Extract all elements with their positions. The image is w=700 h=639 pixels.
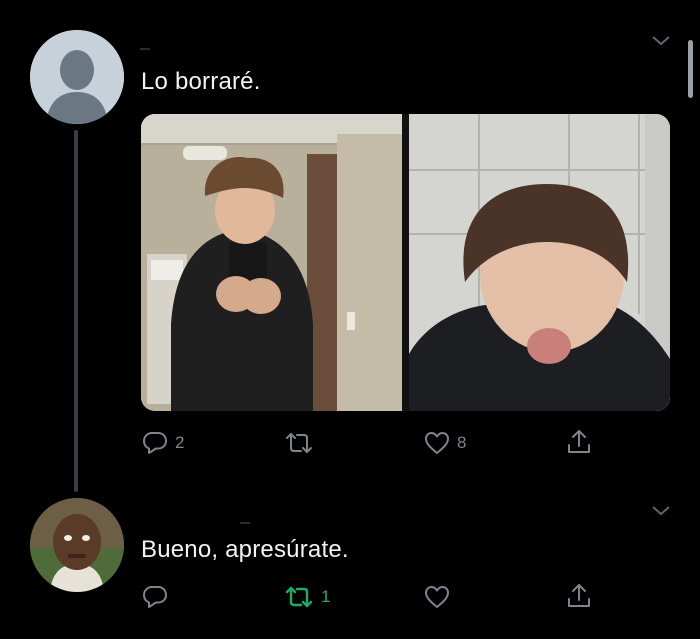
heart-icon — [425, 586, 449, 608]
share-button[interactable] — [566, 428, 592, 456]
retweet-icon — [285, 586, 313, 608]
chevron-down-icon — [652, 36, 670, 46]
tweet-menu-button[interactable] — [650, 504, 672, 523]
tweet-media[interactable] — [141, 114, 670, 411]
tweet-menu-button[interactable] — [650, 34, 672, 53]
reply-button[interactable] — [141, 584, 175, 610]
avatar-default[interactable] — [30, 30, 124, 124]
thread-line — [74, 130, 78, 492]
heart-icon — [425, 432, 449, 454]
reply-count: 2 — [175, 433, 185, 452]
like-button[interactable]: 8 — [423, 430, 466, 456]
faint-header-mark — [140, 48, 150, 50]
retweet-button-active[interactable]: 1 — [283, 584, 330, 610]
reply-icon — [143, 586, 167, 608]
avatar-user[interactable] — [30, 498, 124, 592]
share-icon — [568, 584, 590, 607]
faint-header-mark — [240, 522, 250, 524]
scrollbar[interactable] — [688, 40, 693, 98]
retweet-icon — [286, 433, 312, 453]
like-count: 8 — [457, 433, 467, 452]
tweet-text: Bueno, apresúrate. — [141, 536, 349, 563]
tweet-text: Lo borraré. — [141, 68, 261, 95]
chevron-down-icon — [652, 506, 670, 516]
share-button[interactable] — [566, 582, 592, 610]
avatar-image — [30, 498, 124, 592]
share-icon — [568, 430, 590, 453]
retweet-button[interactable] — [283, 430, 321, 456]
mirror-selfie-photo[interactable] — [141, 114, 402, 411]
reply-button[interactable]: 2 — [141, 430, 184, 456]
reply-icon — [143, 432, 167, 454]
face-closeup-photo[interactable] — [409, 114, 670, 411]
like-button[interactable] — [423, 584, 457, 610]
default-avatar-icon — [30, 30, 124, 124]
retweet-count: 1 — [321, 587, 331, 606]
